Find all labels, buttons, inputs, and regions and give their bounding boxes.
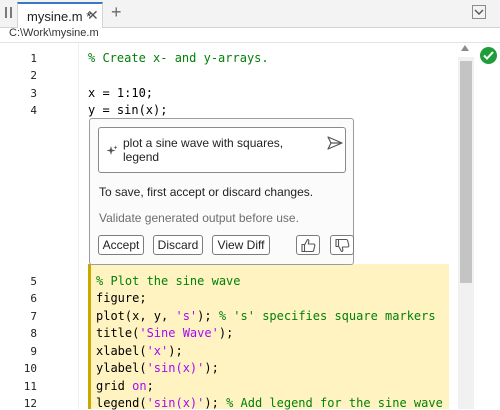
line-number: 12 (23, 397, 37, 410)
code-line[interactable]: plot(x, y, 's'); % 's' specifies square … (96, 309, 436, 323)
code-editor[interactable]: 1 % Create x- and y-arrays. 2 3 x = 1:10; 4 y … (0, 42, 500, 410)
breadcrumb: C:\Work\mysine.m (0, 27, 500, 42)
view-diff-button[interactable]: View Diff (212, 235, 270, 255)
scroll-up-arrow[interactable] (461, 45, 469, 51)
line-number: 4 (30, 104, 37, 117)
file-path: C:\Work\mysine.m (9, 27, 99, 39)
code-line[interactable]: % Create x- and y-arrays. (88, 51, 269, 65)
code-token: % Create x- and y-arrays. (88, 51, 269, 65)
line-number: 6 (30, 292, 37, 305)
code-token: grid (96, 379, 133, 393)
code-token: plot(x, y, (96, 309, 176, 323)
code-line[interactable]: ylabel('sin(x)'); (96, 361, 219, 375)
code-line[interactable]: title('Sine Wave'); (96, 326, 233, 340)
check-circle-icon (480, 47, 497, 64)
line-number: 10 (23, 362, 37, 375)
code-token: y = sin(x); (88, 103, 168, 117)
line-number: 2 (30, 69, 37, 82)
code-line[interactable]: figure; (96, 291, 147, 305)
code-line[interactable]: xlabel('x'); (96, 344, 183, 358)
line-number: 3 (30, 87, 37, 100)
line-number: 7 (30, 310, 37, 323)
code-line[interactable]: grid on; (96, 379, 154, 393)
thumbs-up-button[interactable] (296, 235, 320, 255)
code-token: ); (218, 326, 234, 340)
code-token: ylabel( (96, 361, 147, 375)
code-token: ); (204, 361, 219, 375)
code-line[interactable]: x = 1:10; (88, 86, 153, 100)
copilot-panel: plot a sine wave with squares, legend To… (89, 118, 354, 265)
accept-button[interactable]: Accept (98, 235, 144, 255)
line-number: 9 (30, 345, 37, 358)
scrollbar-thumb[interactable] (460, 61, 472, 283)
code-token: title( (96, 326, 140, 340)
sparkle-icon (106, 144, 118, 162)
tab-bar: mysine.m * ✕ + (0, 0, 500, 28)
thumbs-down-icon (335, 238, 350, 253)
close-icon[interactable]: ✕ (87, 7, 99, 24)
add-tab-button[interactable]: + (111, 3, 122, 21)
tab-mysine[interactable]: mysine.m * ✕ (17, 2, 103, 28)
code-token: 'Sine Wave' (139, 326, 219, 340)
code-token: 'x' (146, 344, 169, 358)
code-token: 's' (175, 309, 198, 323)
status-message: To save, first accept or discard changes… (99, 185, 314, 199)
discard-button[interactable]: Discard (153, 235, 203, 255)
line-number: 1 (30, 52, 37, 65)
line-number: 5 (30, 275, 37, 288)
thumbs-down-button[interactable] (330, 235, 354, 255)
code-line[interactable]: y = sin(x); (88, 103, 167, 117)
code-line[interactable]: % Plot the sine wave (96, 274, 241, 288)
code-token: x = 1:10; (88, 86, 154, 100)
prompt-input[interactable]: plot a sine wave with squares, legend (98, 127, 346, 173)
gutter-divider (78, 43, 79, 409)
code-token: ); (197, 309, 219, 323)
code-token: % 's' specifies square markers (218, 309, 436, 323)
line-number: 8 (30, 327, 37, 340)
code-token: on (132, 379, 147, 393)
code-token: ; (146, 379, 154, 393)
code-token: ); (168, 344, 183, 358)
chevron-down-icon[interactable] (472, 5, 486, 24)
code-token: xlabel( (96, 344, 147, 358)
thumbs-up-icon (301, 238, 316, 253)
prompt-text: plot a sine wave with squares, legend (123, 136, 284, 164)
send-icon[interactable] (327, 136, 343, 155)
line-number: 11 (23, 380, 37, 393)
disclaimer-text: Validate generated output before use. (99, 211, 299, 225)
tab-menu-icon[interactable] (5, 6, 15, 20)
code-token: 'sin(x)' (146, 361, 205, 375)
tab-title: mysine.m * (27, 9, 92, 24)
code-token: figure; (96, 291, 147, 305)
code-token: % Plot the sine wave (96, 274, 241, 288)
